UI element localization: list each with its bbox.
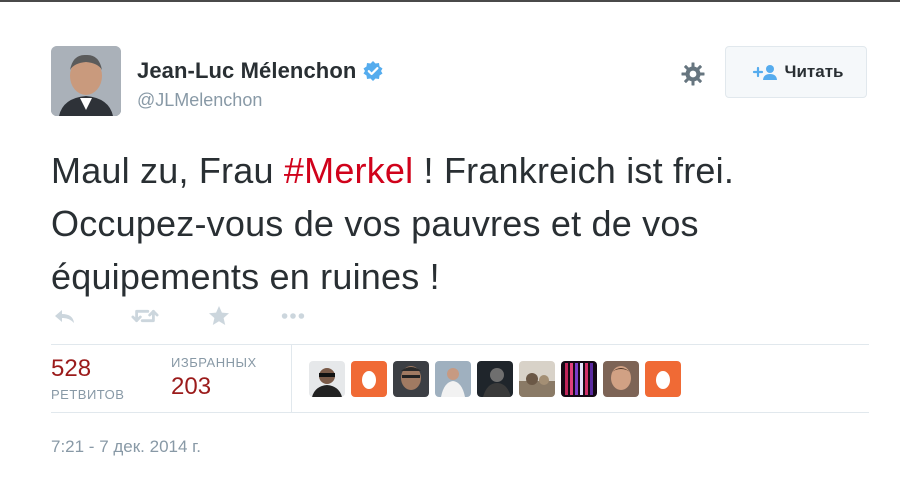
stats-bottom-divider	[51, 412, 869, 413]
retweets-label: РЕТВИТОВ	[51, 387, 125, 402]
gear-icon[interactable]	[676, 57, 710, 91]
avatar[interactable]	[309, 361, 345, 397]
hashtag-link[interactable]: #Merkel	[284, 150, 413, 191]
avatar[interactable]	[561, 361, 597, 397]
follow-button[interactable]: Читать	[725, 46, 867, 98]
avatar[interactable]	[519, 361, 555, 397]
avatar[interactable]	[645, 361, 681, 397]
retweet-icon[interactable]	[131, 302, 159, 330]
star-icon[interactable]	[205, 302, 233, 330]
hashtag-symbol: #	[283, 150, 305, 191]
stats-separator	[291, 345, 292, 412]
name-row: Jean-Luc Mélenchon	[137, 58, 384, 84]
avatar[interactable]	[393, 361, 429, 397]
avatar[interactable]	[603, 361, 639, 397]
retweets-count: 528	[51, 355, 92, 382]
retweets-stat[interactable]: 528 РЕТВИТОВ	[51, 355, 124, 402]
avatar[interactable]	[477, 361, 513, 397]
avatar[interactable]	[51, 46, 121, 116]
user-handle[interactable]: @JLMelenchon	[137, 90, 262, 111]
favorited-by-avatars	[309, 361, 687, 397]
reply-icon[interactable]	[51, 302, 79, 330]
tweet-text: Maul zu, Frau #Merkel ! Frankreich ist f…	[51, 144, 871, 303]
avatar[interactable]	[435, 361, 471, 397]
stats-top-divider	[51, 344, 869, 345]
favorites-label: ИЗБРАННЫХ	[171, 355, 257, 370]
tweet-timestamp[interactable]: 7:21 - 7 дек. 2014 г.	[51, 437, 201, 457]
add-user-icon	[749, 63, 777, 81]
tweet-text-before: Maul zu, Frau	[51, 150, 284, 191]
verified-badge-icon	[362, 60, 384, 82]
avatar[interactable]	[351, 361, 387, 397]
favorites-stat[interactable]: ИЗБРАННЫХ 203	[171, 355, 257, 401]
user-fullname[interactable]: Jean-Luc Mélenchon	[137, 58, 356, 84]
tweet-actions	[51, 302, 307, 330]
more-dots-icon[interactable]	[279, 302, 307, 330]
hashtag-text: Merkel	[304, 150, 414, 191]
follow-button-label: Читать	[784, 62, 844, 81]
favorites-count: 203	[171, 373, 212, 400]
tweet-card: Jean-Luc Mélenchon @JLMelenchon Читать M…	[0, 0, 900, 481]
